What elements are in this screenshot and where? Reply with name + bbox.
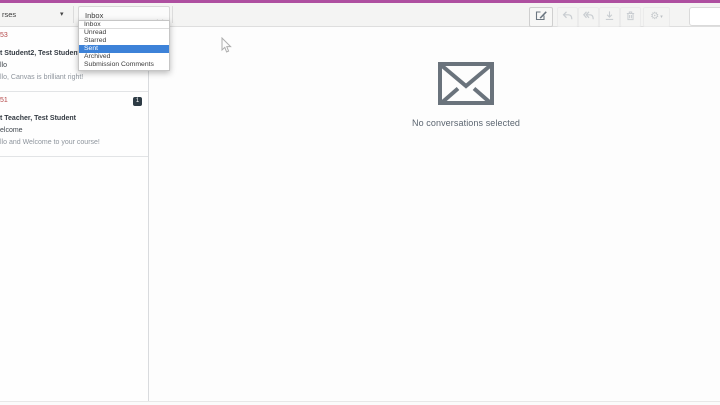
conversation-detail-pane: No conversations selected xyxy=(150,27,720,405)
empty-state-message: No conversations selected xyxy=(390,118,542,128)
course-filter-select[interactable]: rses ▾ xyxy=(0,3,73,27)
compose-button[interactable] xyxy=(529,7,553,27)
viewport-bottom-edge xyxy=(0,401,720,405)
header-divider xyxy=(172,6,173,23)
trash-icon xyxy=(625,9,636,24)
archive-button[interactable] xyxy=(599,7,620,27)
search-input[interactable] xyxy=(689,7,720,26)
empty-state: No conversations selected xyxy=(390,62,542,128)
mailbox-menu-item[interactable]: Inbox xyxy=(79,21,169,29)
conversation-list: 53 t Student2, Test Student llo llo, Can… xyxy=(0,27,149,405)
reply-all-icon xyxy=(583,9,594,24)
caret-down-icon: ▾ xyxy=(660,14,663,20)
caret-down-icon: ▾ xyxy=(60,10,64,18)
mailbox-menu-item[interactable]: Submission Comments xyxy=(79,61,169,69)
header-divider xyxy=(73,6,74,23)
reply-icon xyxy=(562,9,573,24)
reply-button[interactable] xyxy=(557,7,578,27)
conversation-preview: llo and Welcome to your course! xyxy=(0,139,142,147)
conversation-participants: t Teacher, Test Student xyxy=(0,115,142,123)
conversation-date: 51 xyxy=(0,97,142,105)
top-strip xyxy=(0,0,720,3)
delete-button[interactable] xyxy=(620,7,641,27)
settings-button[interactable]: ⚙ ▾ xyxy=(643,7,670,27)
mailbox-menu-item[interactable]: Unread xyxy=(79,29,169,37)
conversation-preview: llo, Canvas is brilliant right! xyxy=(0,74,142,82)
conversation-subject: elcome xyxy=(0,127,142,135)
mailbox-dropdown-menu: Inbox Unread Starred Sent Archived Submi… xyxy=(78,20,170,71)
conversation-list-item[interactable]: 51 1 t Teacher, Test Student elcome llo … xyxy=(0,92,148,157)
unread-count-badge: 1 xyxy=(133,97,142,106)
compose-icon xyxy=(535,9,547,24)
mailbox-menu-item[interactable]: Archived xyxy=(79,53,169,61)
toolbar: ⚙ ▾ xyxy=(529,6,720,27)
archive-icon xyxy=(604,9,615,24)
mailbox-menu-item[interactable]: Sent xyxy=(79,45,169,53)
reply-all-button[interactable] xyxy=(578,7,599,27)
mailbox-menu-item[interactable]: Starred xyxy=(79,37,169,45)
gear-icon: ⚙ xyxy=(650,12,659,22)
mailbox-select-value: Inbox xyxy=(85,11,103,20)
envelope-icon xyxy=(390,62,542,105)
course-filter-label: rses xyxy=(2,10,16,19)
